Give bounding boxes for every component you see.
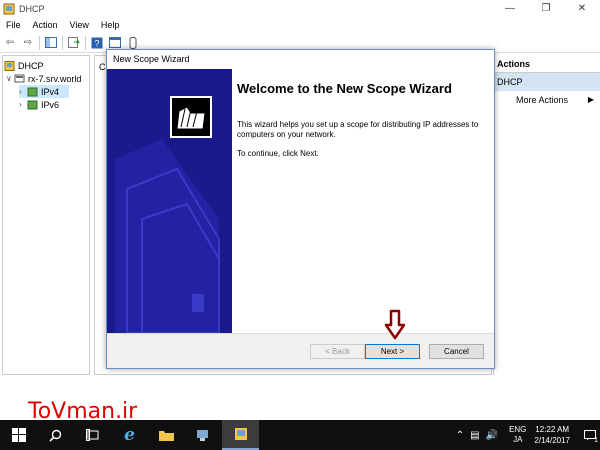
ipv6-icon (27, 100, 38, 109)
dhcp-taskbar-button[interactable] (222, 420, 259, 450)
tree-item-server[interactable]: ∨ rx-7.srv.world (6, 72, 81, 85)
annotation-arrow-icon (384, 309, 406, 340)
maximize-button[interactable]: ❐ (528, 0, 564, 17)
back-button[interactable]: < Back (310, 344, 365, 359)
notification-count: 1 (594, 437, 598, 444)
cancel-button[interactable]: Cancel (429, 344, 484, 359)
new-scope-wizard-dialog: New Scope Wizard Welcome to the New Scop… (106, 49, 495, 369)
properties-icon[interactable] (108, 36, 122, 50)
more-actions-label: More Actions (516, 95, 569, 105)
ipv4-icon (27, 87, 38, 96)
tree-label-server: rx-7.srv.world (28, 73, 82, 84)
toolbar-separator (62, 35, 63, 50)
help-icon[interactable]: ? (90, 36, 104, 50)
submenu-arrow-icon: ▶ (587, 95, 594, 104)
wizard-heading: Welcome to the New Scope Wizard (237, 81, 452, 96)
menu-view[interactable]: View (64, 20, 95, 30)
results-header: C (99, 62, 106, 72)
tree-label-ipv4: IPv4 (41, 86, 60, 97)
wizard-title: New Scope Wizard (107, 50, 494, 69)
taskbar: e ⌃ ▤ 🔊 ENG JA 12:22 AM 2/14/2017 1 (0, 420, 600, 450)
export-list-icon[interactable] (67, 36, 81, 50)
tree-item-ipv6[interactable]: › IPv6 (19, 98, 59, 111)
volume-icon[interactable]: 🔊 (486, 430, 498, 441)
chevron-right-icon[interactable]: › (19, 87, 27, 96)
server-manager-icon[interactable] (185, 420, 222, 450)
start-button[interactable] (0, 420, 37, 450)
dhcp-app-icon (3, 3, 15, 14)
toolbar-separator (85, 35, 86, 50)
language-top: ENG (509, 425, 527, 434)
wizard-banner (107, 69, 232, 333)
wizard-content: Welcome to the New Scope Wizard This wiz… (232, 69, 494, 333)
dhcp-icon (4, 60, 15, 71)
task-view-icon[interactable] (74, 420, 111, 450)
menu-file[interactable]: File (0, 20, 27, 30)
server-icon[interactable] (126, 36, 140, 50)
chevron-right-icon[interactable]: › (19, 100, 27, 109)
tree-item-ipv4[interactable]: › IPv4 (19, 85, 69, 98)
window-title: DHCP (19, 3, 45, 14)
forward-arrow-icon[interactable]: ⇨ (21, 36, 35, 50)
windows-logo-icon (11, 428, 26, 442)
wizard-footer: < Back Next > Cancel (107, 333, 494, 368)
back-arrow-icon[interactable]: ⇦ (3, 36, 17, 50)
svg-text:?: ? (94, 38, 99, 48)
chevron-up-icon[interactable]: ⌃ (456, 430, 464, 441)
tree-label-ipv6: IPv6 (41, 99, 60, 110)
menu-help[interactable]: Help (95, 20, 126, 30)
close-button[interactable]: ✕ (564, 0, 600, 17)
minimize-button[interactable]: — (492, 0, 528, 17)
folder-icon (170, 96, 212, 138)
title-bar: DHCP — ❐ ✕ (0, 0, 600, 17)
search-icon[interactable] (37, 420, 74, 450)
clock-date: 2/14/2017 (534, 436, 570, 445)
chevron-down-icon[interactable]: ∨ (6, 74, 14, 83)
toolbar-separator (39, 35, 40, 50)
show-hide-tree-icon[interactable] (44, 36, 58, 50)
network-icon[interactable]: ▤ (470, 430, 479, 441)
actions-pane: Actions DHCP More Actions ▶ (493, 55, 600, 375)
actions-section-label: DHCP (497, 77, 523, 87)
wizard-banner-graphic (107, 69, 232, 333)
console-tree: DHCP ∨ rx-7.srv.world › IPv4 › IPv6 (2, 55, 90, 375)
language-indicator[interactable]: ENG JA (509, 425, 526, 445)
internet-explorer-icon[interactable]: e (111, 420, 148, 450)
clock[interactable]: 12:22 AM 2/14/2017 (534, 424, 570, 446)
actions-header: Actions (494, 55, 600, 73)
notifications-button[interactable]: 1 (580, 420, 600, 450)
tree-item-dhcp[interactable]: DHCP (4, 59, 44, 72)
tree-label-dhcp: DHCP (18, 60, 44, 71)
actions-section-dhcp[interactable]: DHCP (494, 73, 600, 91)
language-bottom: JA (513, 435, 523, 444)
next-button[interactable]: Next > (365, 344, 420, 359)
menu-action[interactable]: Action (27, 20, 64, 30)
wizard-description: This wizard helps you set up a scope for… (237, 120, 479, 139)
system-tray: ⌃ ▤ 🔊 ENG JA 12:22 AM 2/14/2017 1 (453, 420, 600, 450)
file-explorer-icon[interactable] (148, 420, 185, 450)
server-icon (14, 74, 25, 82)
more-actions-item[interactable]: More Actions ▶ (494, 91, 600, 109)
wizard-instruction: To continue, click Next. (237, 149, 319, 158)
clock-time: 12:22 AM (535, 425, 570, 434)
menu-bar: File Action View Help (0, 17, 600, 33)
